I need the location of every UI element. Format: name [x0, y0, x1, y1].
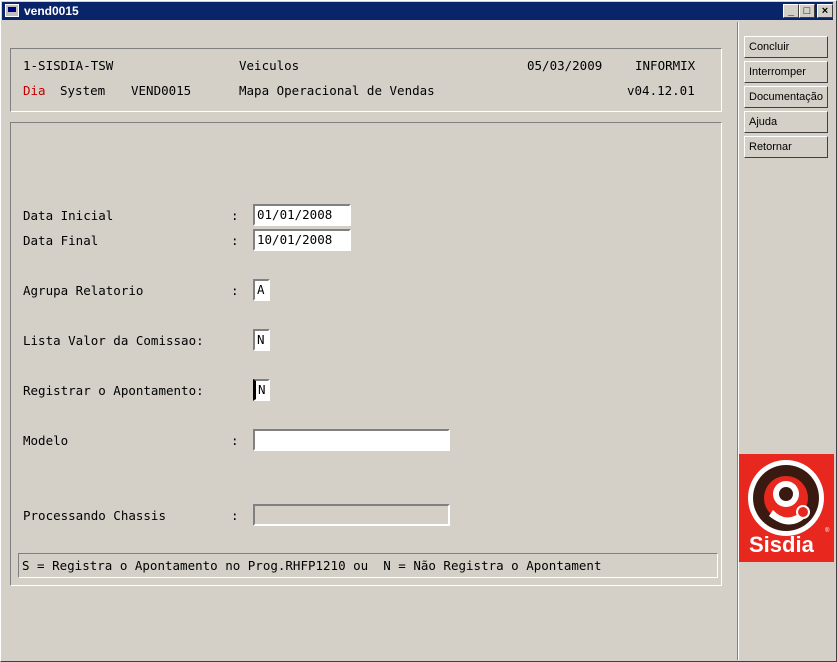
modelo-sep: :	[231, 433, 239, 448]
data-final-label: Data Final	[23, 233, 99, 248]
company-label: 1-SISDIA-TSW	[23, 58, 114, 73]
modelo-label: Modelo	[23, 433, 69, 448]
logo-text: Sisdia	[749, 532, 814, 557]
date-label: 05/03/2009	[527, 58, 603, 73]
svg-text:®: ®	[825, 527, 830, 534]
lista-label: Lista Valor da Comissao:	[23, 333, 204, 348]
agrupa-input[interactable]: A	[253, 279, 270, 301]
data-inicial-label: Data Inicial	[23, 208, 114, 223]
db-label: INFORMIX	[635, 58, 696, 73]
close-button[interactable]: ×	[817, 4, 833, 18]
data-final-input[interactable]: 10/01/2008	[253, 229, 351, 251]
program-label: VEND0015	[131, 83, 192, 98]
retornar-button[interactable]: Retornar	[744, 136, 828, 158]
processando-sep: :	[231, 508, 239, 523]
interromper-button[interactable]: Interromper	[744, 61, 828, 83]
ajuda-button[interactable]: Ajuda	[744, 111, 828, 133]
agrupa-label: Agrupa Relatorio	[23, 283, 144, 298]
data-inicial-input[interactable]: 01/01/2008	[253, 204, 351, 226]
system-label: System	[60, 83, 106, 98]
registrar-label: Registrar o Apontamento:	[23, 383, 204, 398]
minimize-button[interactable]: _	[783, 4, 799, 18]
title-bar: vend0015 _ □ ×	[2, 2, 833, 20]
processando-label: Processando Chassis	[23, 508, 166, 523]
window-title: vend0015	[24, 4, 79, 18]
concluir-button[interactable]: Concluir	[744, 36, 828, 58]
sisdia-logo: ® Sisdia	[739, 454, 834, 562]
hint-text: S = Registra o Apontamento no Prog.RHFP1…	[22, 558, 602, 573]
dia-label: Dia	[23, 83, 46, 98]
processando-input	[253, 504, 450, 526]
registrar-input[interactable]: N	[253, 379, 270, 401]
module-label: Veiculos	[239, 58, 300, 73]
maximize-button[interactable]: □	[799, 4, 815, 18]
data-inicial-sep: :	[231, 208, 239, 223]
header-panel	[10, 48, 722, 112]
description-label: Mapa Operacional de Vendas	[239, 83, 435, 98]
hint-bar: S = Registra o Apontamento no Prog.RHFP1…	[18, 553, 718, 578]
agrupa-sep: :	[231, 283, 239, 298]
modelo-input[interactable]	[253, 429, 450, 451]
app-icon	[5, 4, 19, 17]
lista-input[interactable]: N	[253, 329, 270, 351]
version-label: v04.12.01	[627, 83, 695, 98]
documentacao-button[interactable]: Documentação	[744, 86, 828, 108]
data-final-sep: :	[231, 233, 239, 248]
